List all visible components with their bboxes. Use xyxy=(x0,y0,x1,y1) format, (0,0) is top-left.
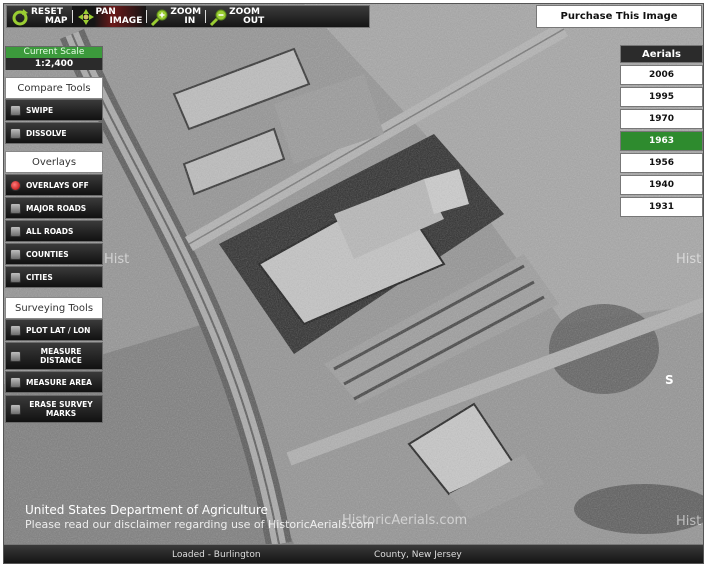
zoom-in-button[interactable]: ZOOM IN xyxy=(146,6,205,27)
measure-area-button[interactable]: MEASURE AREA xyxy=(5,371,103,393)
watermark-right: Hist xyxy=(676,252,702,267)
dissolve-button[interactable]: DISSOLVE xyxy=(5,122,103,144)
plot-indicator-icon xyxy=(10,324,21,336)
surveying-tools-header: Surveying Tools xyxy=(5,297,103,319)
measure-distance-button[interactable]: MEASURE DISTANCE xyxy=(5,342,103,370)
cities-button[interactable]: CITIES xyxy=(5,266,103,288)
status-loaded: Loaded - Burlington xyxy=(172,550,261,560)
current-scale-label: Current Scale xyxy=(6,47,102,58)
aerial-year-2006[interactable]: 2006 xyxy=(620,65,703,85)
aerial-year-1940[interactable]: 1940 xyxy=(620,175,703,195)
watermark-left: Hist xyxy=(104,252,130,267)
pan-image-button[interactable]: PAN IMAGE xyxy=(71,6,147,27)
erase-survey-marks-button[interactable]: ERASE SURVEY MARKS xyxy=(5,395,103,423)
aerial-year-1970[interactable]: 1970 xyxy=(620,109,703,129)
aerial-year-list: 2006 1995 1970 1963 1956 1940 1931 xyxy=(620,65,703,217)
reset-map-button[interactable]: RESET MAP xyxy=(7,6,72,27)
zoom-out-button[interactable]: ZOOM OUT xyxy=(205,6,268,27)
measure-distance-label: MEASURE DISTANCE xyxy=(40,347,82,365)
erase-marks-indicator-icon xyxy=(10,403,21,415)
current-scale-value: 1:2,400 xyxy=(6,58,102,70)
overlays-header: Overlays xyxy=(5,151,103,173)
major-roads-label: MAJOR ROADS xyxy=(26,203,87,213)
zoom-in-icon xyxy=(151,9,168,26)
status-county: County, New Jersey xyxy=(374,550,462,560)
plot-label: PLOT LAT / LON xyxy=(26,325,91,335)
current-scale: Current Scale 1:2,400 xyxy=(5,46,103,70)
dissolve-label: DISSOLVE xyxy=(26,128,67,138)
cities-indicator-icon xyxy=(10,271,21,283)
all-roads-button[interactable]: ALL ROADS xyxy=(5,220,103,242)
measure-distance-indicator-icon xyxy=(10,350,21,362)
disclaimer-link[interactable]: Please read our disclaimer regarding use… xyxy=(25,518,374,531)
swipe-indicator-icon xyxy=(10,104,21,116)
overlays-off-button[interactable]: OVERLAYS OFF xyxy=(5,174,103,196)
all-roads-indicator-icon xyxy=(10,225,21,237)
counties-button[interactable]: COUNTIES xyxy=(5,243,103,265)
zoom-in-label-2: IN xyxy=(184,15,196,26)
purchase-image-button[interactable]: Purchase This Image xyxy=(536,5,702,28)
aerial-year-1956[interactable]: 1956 xyxy=(620,153,703,173)
swipe-button[interactable]: SWIPE xyxy=(5,99,103,121)
aerials-header: Aerials xyxy=(620,45,703,63)
compare-tools-header: Compare Tools xyxy=(5,77,103,99)
overlays-off-label: OVERLAYS OFF xyxy=(26,180,89,190)
pan-icon xyxy=(77,8,94,25)
aerial-year-1995[interactable]: 1995 xyxy=(620,87,703,107)
pan-label-2: IMAGE xyxy=(109,15,143,26)
watermark-bottom-right: Hist xyxy=(676,514,702,529)
reset-icon xyxy=(12,8,28,25)
agency-label: United States Department of Agriculture xyxy=(25,503,268,517)
reset-label-2: MAP xyxy=(45,15,68,26)
swipe-label: SWIPE xyxy=(26,105,54,115)
aerial-map[interactable] xyxy=(4,4,704,544)
map-toolbar: RESET MAP PAN IMAGE ZOOM IN ZOOM OUT xyxy=(6,5,370,28)
aerial-year-1963[interactable]: 1963 xyxy=(620,131,703,151)
zoom-out-label-2: OUT xyxy=(243,15,265,26)
overlays-off-indicator-icon xyxy=(10,179,21,191)
counties-indicator-icon xyxy=(10,248,21,260)
aerials-panel: Aerials 2006 1995 1970 1963 1956 1940 1931 xyxy=(620,45,703,217)
aerial-year-1931[interactable]: 1931 xyxy=(620,197,703,217)
cities-label: CITIES xyxy=(26,272,53,282)
all-roads-label: ALL ROADS xyxy=(26,226,74,236)
watermark-edge: S xyxy=(665,373,674,387)
measure-area-indicator-icon xyxy=(10,376,21,388)
measure-area-label: MEASURE AREA xyxy=(26,377,92,387)
counties-label: COUNTIES xyxy=(26,249,69,259)
status-bar: Loaded - Burlington County, New Jersey xyxy=(4,544,703,563)
major-roads-button[interactable]: MAJOR ROADS xyxy=(5,197,103,219)
plot-lat-lon-button[interactable]: PLOT LAT / LON xyxy=(5,319,103,341)
app-frame: Hist Hist HistoricAerials.com Hist S RES… xyxy=(3,3,704,564)
zoom-out-icon xyxy=(210,9,227,26)
major-roads-indicator-icon xyxy=(10,202,21,214)
erase-marks-label: ERASE SURVEY MARKS xyxy=(29,400,93,418)
dissolve-indicator-icon xyxy=(10,127,21,139)
